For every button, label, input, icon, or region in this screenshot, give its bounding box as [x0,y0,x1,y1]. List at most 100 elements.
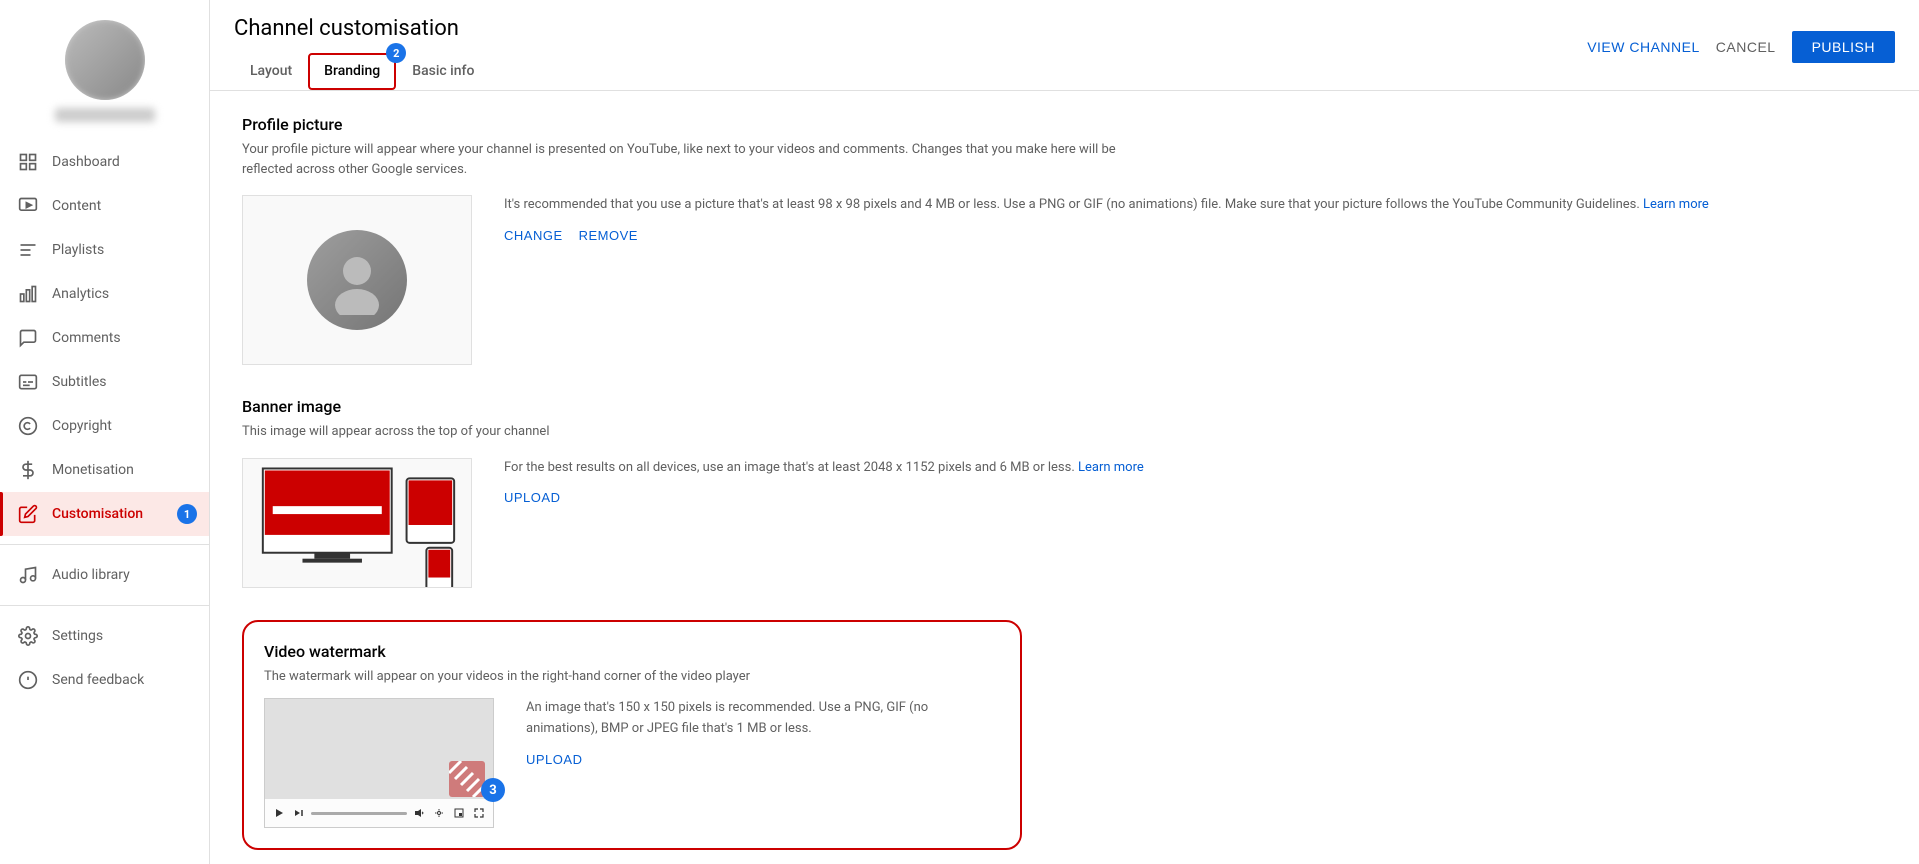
sidebar-item-dashboard[interactable]: Dashboard [0,140,209,184]
banner-image-actions: UPLOAD [504,490,1887,505]
fullscreen-ctrl[interactable] [471,805,487,821]
tabs-bar: Layout Branding 2 Basic info [234,53,490,90]
sidebar-label-analytics: Analytics [52,286,193,302]
content-icon [16,194,40,218]
sidebar-label-copyright: Copyright [52,418,193,434]
profile-picture-info-text: It's recommended that you use a picture … [504,195,1887,216]
publish-button[interactable]: PUBLISH [1792,31,1895,63]
sidebar-item-comments[interactable]: Comments [0,316,209,360]
content-area: Profile picture Your profile picture wil… [210,91,1919,864]
video-player-preview: 3 [264,698,494,828]
sidebar-item-analytics[interactable]: Analytics [0,272,209,316]
main-content: Channel customisation Layout Branding 2 … [210,0,1919,864]
person-svg [322,245,392,315]
progress-bar [311,812,407,815]
audio-library-icon [16,563,40,587]
profile-picture-learn-more[interactable]: Learn more [1643,197,1709,212]
sidebar-label-subtitles: Subtitles [52,374,193,390]
play-button-ctrl[interactable] [271,805,287,821]
sidebar-label-comments: Comments [52,330,193,346]
change-button[interactable]: CHANGE [504,228,563,243]
banner-image-desc: This image will appear across the top of… [242,422,1142,442]
video-watermark-info-text: An image that's 150 x 150 pixels is reco… [526,698,1000,740]
tab-basic-info[interactable]: Basic info [396,53,490,91]
customisation-badge: 1 [177,504,197,524]
sidebar-item-copyright[interactable]: Copyright [0,404,209,448]
customisation-icon [16,502,40,526]
video-watermark-title: Video watermark [264,642,1000,661]
profile-picture-image [307,230,407,330]
profile-picture-desc: Your profile picture will appear where y… [242,140,1142,179]
profile-picture-title: Profile picture [242,115,1887,134]
sidebar-label-dashboard: Dashboard [52,154,193,170]
cancel-button[interactable]: CANCEL [1716,39,1776,55]
comments-icon [16,326,40,350]
video-controls [265,799,493,827]
sidebar-item-settings[interactable]: Settings [0,614,209,658]
settings-ctrl[interactable] [431,805,447,821]
dashboard-icon [16,150,40,174]
banner-image-title: Banner image [242,397,1887,416]
stripes-svg [449,761,485,797]
profile-picture-section: Profile picture Your profile picture wil… [242,115,1887,365]
profile-picture-info: It's recommended that you use a picture … [504,195,1887,243]
settings-icon [16,624,40,648]
skip-button-ctrl[interactable] [291,805,307,821]
page-title: Channel customisation [234,16,490,41]
nav-divider [0,544,209,545]
volume-ctrl[interactable] [411,805,427,821]
banner-image-section: Banner image This image will appear acro… [242,397,1887,588]
profile-picture-actions: CHANGE REMOVE [504,228,1887,243]
nav-divider-2 [0,605,209,606]
sidebar-item-content[interactable]: Content [0,184,209,228]
sidebar-item-subtitles[interactable]: Subtitles [0,360,209,404]
video-watermark-section: Video watermark The watermark will appea… [242,620,1022,851]
copyright-icon [16,414,40,438]
header-left: Channel customisation Layout Branding 2 … [234,16,490,90]
sidebar-label-settings: Settings [52,628,193,644]
sidebar-label-content: Content [52,198,193,214]
sidebar-nav: Dashboard Content Playlists Analytics Co… [0,132,209,864]
banner-svg [243,458,471,588]
banner-image-info: For the best results on all devices, use… [504,458,1887,506]
remove-button[interactable]: REMOVE [579,228,638,243]
watermark-badge: 3 [481,778,505,802]
sidebar-item-audio-library[interactable]: Audio library [0,553,209,597]
avatar-section [0,0,209,132]
banner-image-content: For the best results on all devices, use… [242,458,1887,588]
sidebar-label-audio-library: Audio library [52,567,193,583]
tab-layout[interactable]: Layout [234,53,308,91]
banner-image-preview [242,458,472,588]
view-channel-button[interactable]: VIEW CHANNEL [1587,39,1700,55]
tab-branding[interactable]: Branding 2 [308,53,396,90]
send-feedback-icon [16,668,40,692]
active-indicator [0,492,3,536]
sidebar-item-customisation[interactable]: Customisation 1 [0,492,209,536]
sidebar-label-send-feedback: Send feedback [52,672,193,688]
channel-name [55,108,155,122]
profile-picture-content: It's recommended that you use a picture … [242,195,1887,365]
video-watermark-info: An image that's 150 x 150 pixels is reco… [526,698,1000,767]
sidebar-item-playlists[interactable]: Playlists [0,228,209,272]
sidebar-label-monetisation: Monetisation [52,462,193,478]
banner-upload-button[interactable]: UPLOAD [504,490,560,505]
monetisation-icon [16,458,40,482]
page-header: Channel customisation Layout Branding 2 … [210,0,1919,91]
sidebar-item-send-feedback[interactable]: Send feedback [0,658,209,702]
miniplayer-ctrl[interactable] [451,805,467,821]
banner-image-info-text: For the best results on all devices, use… [504,458,1887,479]
watermark-upload-button[interactable]: UPLOAD [526,752,582,767]
video-watermark-content: 3 An image that's 150 x 150 pixels is re… [264,698,1000,828]
analytics-icon [16,282,40,306]
sidebar-label-customisation: Customisation [52,506,193,522]
avatar [65,20,145,100]
video-watermark-actions: UPLOAD [526,752,1000,767]
sidebar-item-monetisation[interactable]: Monetisation [0,448,209,492]
subtitles-icon [16,370,40,394]
banner-image-learn-more[interactable]: Learn more [1078,460,1144,475]
playlists-icon [16,238,40,262]
sidebar-label-playlists: Playlists [52,242,193,258]
watermark-icon-preview [449,761,485,797]
header-actions: VIEW CHANNEL CANCEL PUBLISH [1587,31,1895,75]
profile-picture-preview [242,195,472,365]
